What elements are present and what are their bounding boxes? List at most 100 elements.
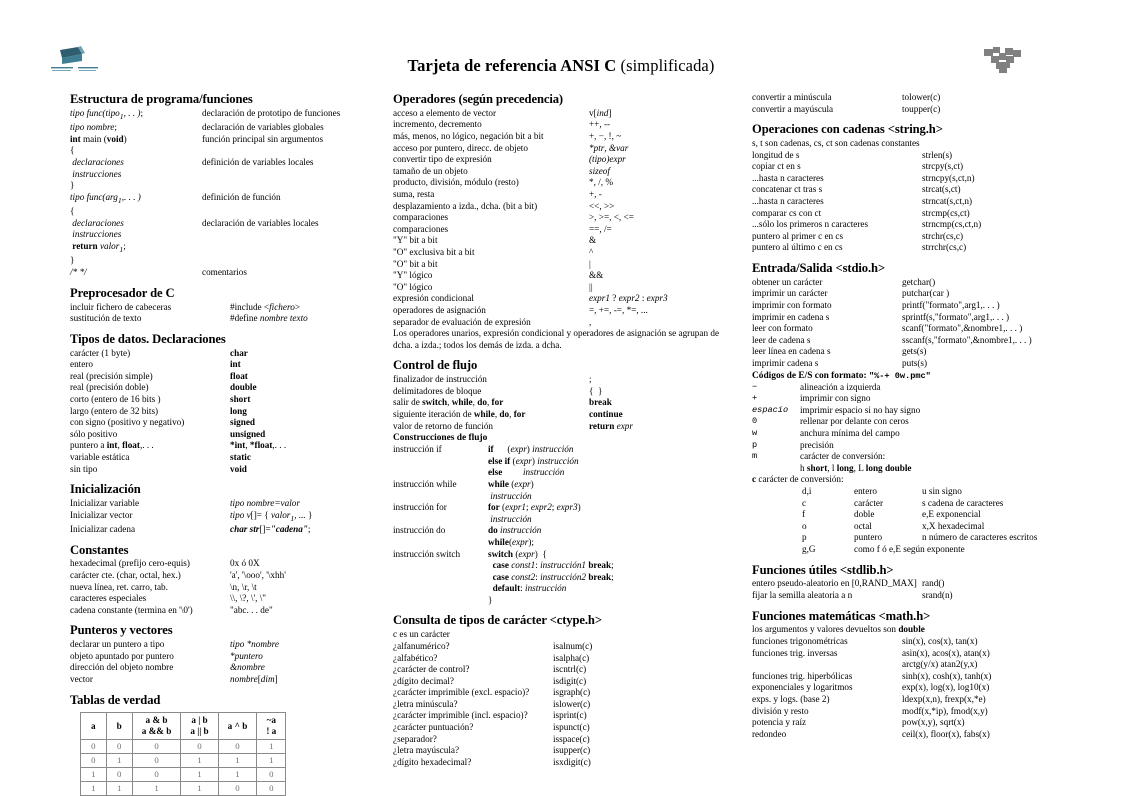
entry-value: \n, \r, \t (230, 581, 257, 592)
truth-table-cell: 1 (80, 767, 107, 783)
entry-label: declarar un puntero a tipo (70, 639, 165, 650)
section-body-operadores: acceso a elemento de vector v[ind] increme… (393, 108, 733, 328)
section-body-control-flow: instrucción if if (expr) instrucción else … (393, 444, 733, 606)
section-heading-operadores: Operadores (según precedencia) (393, 92, 564, 106)
stdio-conversion-label: c carácter de conversión: (752, 474, 844, 485)
entry-row: int main (void) función principal sin arg… (70, 134, 372, 146)
entry-row: instrucción switch switch (expr) { (393, 549, 733, 561)
section-heading-estructura: Estructura de programa/funciones (70, 92, 253, 106)
entry-row: objeto apuntado por puntero *puntero (70, 651, 372, 663)
entry-label: operadores de asignación (393, 304, 486, 315)
entry-label (393, 560, 488, 572)
format-flag-row: p precisión (752, 440, 1072, 452)
entry-row: imprimir cadena s puts(s) (752, 358, 1072, 370)
conversion-c2: doble (854, 509, 875, 520)
entry-row: Inicializar vector tipo v[]= { valor1, ..… (70, 510, 372, 524)
entry-value: *puntero (230, 650, 263, 661)
entry-row: } (70, 255, 372, 267)
entry-row: con signo (positivo y negativo) signed (70, 417, 372, 429)
format-flag-desc: carácter de conversión: (800, 451, 886, 462)
entry-row: funciones trig. hiperbólicas sinh(x), cos… (752, 671, 1072, 683)
entry-row: carácter cte. (char, octal, hex.) 'a', '\… (70, 570, 372, 582)
entry-label: exponenciales y logaritmos (752, 682, 853, 693)
entry-value: break (589, 397, 612, 408)
entry-row: instrucción while while (expr) (393, 479, 733, 491)
truth-table-head: aba & ba && ba | ba || ba ^ b ~a! a (80, 712, 287, 741)
entry-row: sustitución de texto #define nombre texto (70, 313, 372, 325)
truth-table-cell: 0 (105, 767, 133, 783)
entry-value (202, 206, 372, 218)
section-body-stdlib: entero pseudo-aleatorio en [0,RAND_MAX] r… (752, 578, 1072, 601)
format-flag-row: w anchura mínima del campo (752, 428, 1072, 440)
conversion-c2: carácter (854, 497, 884, 508)
entry-row: imprimir un carácter putchar(car ) (752, 288, 1072, 300)
entry-value: iscntrl(c) (553, 664, 587, 675)
entry-value: isgraph(c) (553, 687, 591, 698)
entry-value: tipo *nombre (230, 639, 279, 650)
entry-label: incremento, decremento (393, 119, 482, 130)
entry-row: potencia y raíz pow(x,y), sqrt(x) (752, 717, 1072, 729)
truth-table-cell: 1 (180, 753, 219, 769)
entry-value: definición de función (202, 191, 281, 202)
entry-label: Inicializar cadena (70, 523, 136, 534)
entry-label: con signo (positivo y negativo) (70, 417, 185, 428)
entry-row: sin tipo void (70, 464, 372, 476)
entry-row: instrucción (393, 491, 733, 503)
entry-value: , (589, 316, 592, 327)
entry-label: puntero a int, float,. . . (70, 440, 154, 451)
entry-value (202, 145, 372, 157)
entry-row: instrucción if if (expr) instrucción (393, 444, 733, 456)
entry-label: return valor1; (72, 241, 126, 254)
entry-row: instrucción (393, 514, 733, 526)
entry-value: ldexp(x,n), frexp(x,*e) (902, 693, 986, 704)
section-body-ctype: ¿alfanumérico? isalnum(c) ¿alfabético? isal… (393, 641, 733, 769)
entry-label: desplazamiento a izda., dcha. (bit a bit… (393, 200, 538, 211)
entry-label: entero pseudo-aleatorio en [0,RAND_MAX] (752, 578, 917, 589)
section-heading-control: Control de flujo (393, 358, 478, 373)
entry-value: case const2: instrucción2 break; (492, 571, 614, 582)
entry-label: instrucción switch (393, 548, 461, 559)
section-body-ctype-tail: convertir a minúscula tolower(c) convertir… (752, 92, 1072, 115)
section-heading-stdio: Entrada/Salida <stdio.h> (752, 260, 886, 275)
entry-label: sin tipo (70, 463, 98, 474)
entry-row: delimitadores de bloque { } (393, 386, 733, 398)
entry-label: más, menos, no lógico, negación bit a bi… (393, 131, 544, 142)
entry-value: return expr (589, 420, 633, 431)
format-flag-row: − alineación a izquierda (752, 382, 1072, 394)
entry-label: obtener un carácter (752, 276, 823, 287)
entry-label: funciones trigonométricas (752, 636, 848, 646)
entry-value: sinh(x), cosh(x), tanh(x) (902, 670, 992, 681)
entry-value: srand(n) (922, 589, 953, 600)
truth-table-cell: 0 (256, 767, 287, 783)
entry-row: finalizador de instrucción; (393, 374, 733, 386)
entry-row: } (70, 180, 372, 192)
entry-label (393, 456, 488, 468)
format-flag-desc: imprimir con signo (800, 393, 871, 404)
format-flag-desc: rellenar por delante con ceros (800, 416, 909, 427)
entry-row: suma, resta +, - (393, 189, 733, 201)
format-flag-desc: precisión (800, 439, 834, 450)
entry-row: "O" exclusiva bit a bit ^ (393, 247, 733, 259)
truth-table-header-cell: a | ba || b (180, 712, 219, 741)
entry-row: ¿letra minúscula? islower(c) (393, 699, 733, 711)
entry-value: expr1 ? expr2 : expr3 (589, 293, 668, 304)
entry-row: más, menos, no lógico, negación bit a bi… (393, 131, 733, 143)
entry-label: carácter cte. (char, octal, hex.) (70, 570, 181, 581)
entry-value: isxdigit(c) (553, 756, 591, 767)
entry-label: copiar ct en s (752, 161, 801, 172)
entry-label: Inicializar vector (70, 509, 133, 520)
section-heading-cadenas: Operaciones con cadenas <string.h> (752, 122, 943, 137)
entry-value: if (expr) instrucción (488, 444, 574, 455)
entry-value (202, 180, 372, 192)
entry-value: double (230, 382, 257, 393)
entry-label: sólo positivo (70, 428, 118, 439)
entry-value: isupper(c) (553, 745, 591, 756)
entry-row: comparar cs con ct strcmp(cs,ct) (752, 208, 1072, 220)
entry-label: { (70, 145, 75, 156)
entry-label: finalizador de instrucción (393, 374, 487, 385)
entry-value: getchar() (902, 276, 936, 287)
control-subheading: Construcciones de flujo (393, 433, 488, 444)
entry-row: entero pseudo-aleatorio en [0,RAND_MAX] r… (752, 578, 1072, 590)
entry-value: nombre[dim] (230, 674, 278, 685)
entry-row: puntero a int, float,. . . *int, *float,.… (70, 440, 372, 452)
